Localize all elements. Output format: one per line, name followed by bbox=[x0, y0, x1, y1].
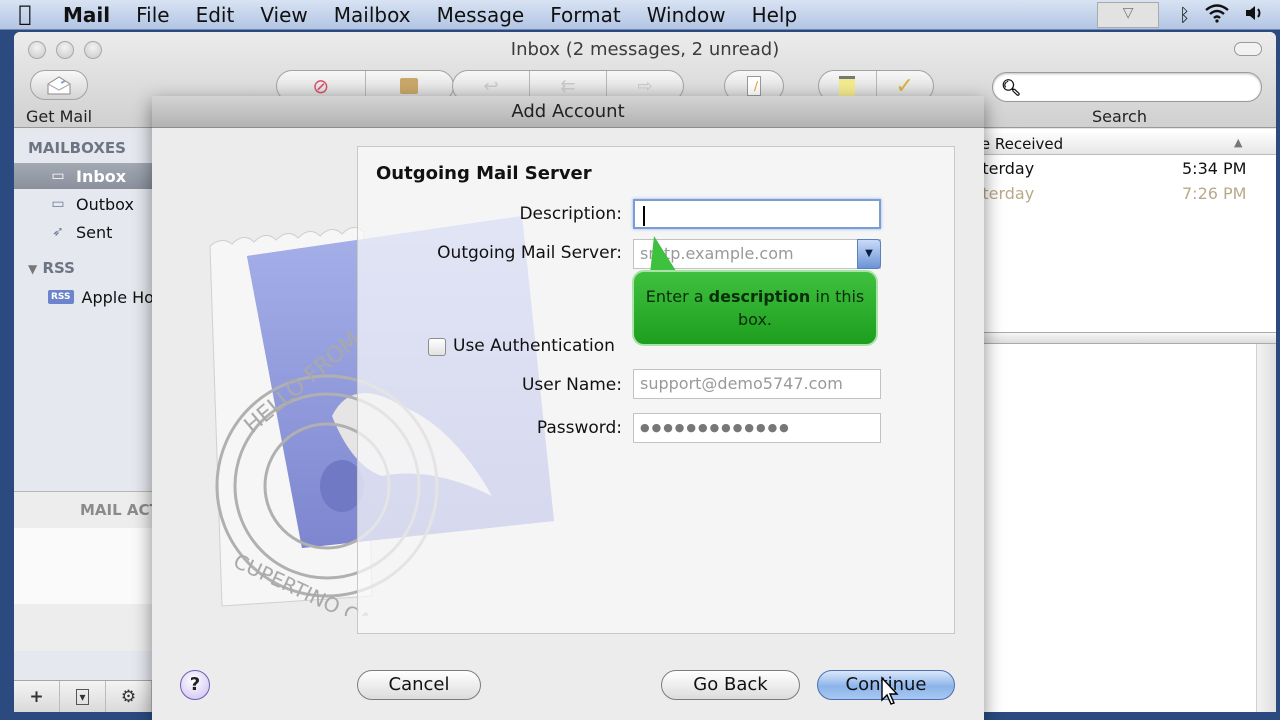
sidebar-item-sent[interactable]: ➶ Sent bbox=[14, 219, 164, 245]
username-label: User Name: bbox=[521, 375, 622, 395]
reply-icon: ↩ bbox=[483, 75, 499, 97]
activity-toggle-icon: ▾ bbox=[76, 688, 89, 705]
inbox-icon: ▭ bbox=[51, 168, 65, 184]
bluetooth-icon[interactable]: ᛒ bbox=[1179, 5, 1190, 26]
status-menus: ▽ ᛒ bbox=[1097, 0, 1280, 30]
text-caret bbox=[643, 205, 645, 226]
message-time: 5:34 PM bbox=[1182, 159, 1247, 178]
sidebar-item-label: Outbox bbox=[76, 194, 134, 214]
use-authentication-checkbox[interactable] bbox=[428, 338, 446, 356]
delete-icon: ⊘ bbox=[312, 74, 330, 98]
search-icon: 🔍︎ bbox=[1001, 77, 1022, 97]
sidebar-item-outbox[interactable]: ▭ Outbox bbox=[14, 191, 164, 217]
sidebar-item-label: Inbox bbox=[76, 166, 127, 186]
password-field[interactable]: ●●●●●●●●●●●●● bbox=[633, 413, 881, 443]
menu-format[interactable]: Format bbox=[537, 3, 633, 27]
note-icon bbox=[839, 76, 856, 96]
cancel-button[interactable]: Cancel bbox=[357, 670, 481, 700]
description-field[interactable] bbox=[633, 199, 881, 229]
show-activity-button[interactable]: ▾ bbox=[60, 681, 106, 712]
rss-header-label: RSS bbox=[42, 259, 75, 277]
apple-icon[interactable]:  bbox=[0, 2, 50, 27]
go-back-button[interactable]: Go Back bbox=[661, 670, 800, 700]
window-title: Inbox (2 messages, 2 unread) bbox=[510, 39, 780, 60]
toolbar-toggle-button[interactable] bbox=[1234, 42, 1262, 56]
password-label: Password: bbox=[536, 418, 622, 438]
sidebar-item-label: Sent bbox=[76, 222, 113, 242]
todo-icon: ✓ bbox=[895, 73, 914, 99]
chevron-down-icon[interactable]: ▼ bbox=[857, 239, 881, 269]
menu-window[interactable]: Window bbox=[634, 3, 739, 27]
volume-icon[interactable] bbox=[1244, 3, 1266, 27]
get-mail-label: Get Mail bbox=[26, 107, 93, 126]
gear-icon: ⚙ bbox=[120, 686, 137, 707]
outgoing-server-panel: Outgoing Mail Server Description: Outgoi… bbox=[357, 146, 955, 634]
sidebar-item-label: Apple Hot bbox=[81, 287, 161, 307]
mail-activity-title: MAIL ACT bbox=[80, 501, 160, 519]
menu-view[interactable]: View bbox=[247, 3, 320, 27]
column-date-received[interactable]: te Received bbox=[975, 135, 1063, 153]
tooltip-text-bold: description bbox=[708, 287, 811, 306]
new-message-icon: / bbox=[747, 76, 761, 96]
menu-file[interactable]: File bbox=[123, 3, 182, 27]
menu-bar:  Mail File Edit View Mailbox Message Fo… bbox=[0, 0, 1280, 30]
reply-all-icon: ⇇ bbox=[560, 75, 576, 97]
menu-help[interactable]: Help bbox=[739, 3, 811, 27]
mail-activity-body bbox=[14, 528, 164, 604]
help-button[interactable]: ? bbox=[180, 670, 210, 700]
use-authentication-label[interactable]: Use Authentication bbox=[453, 336, 615, 356]
sheet-title: Add Account bbox=[152, 96, 984, 128]
tooltip-pointer bbox=[650, 236, 678, 274]
outbox-icon: ▭ bbox=[51, 196, 65, 212]
wifi-icon[interactable] bbox=[1204, 3, 1230, 28]
junk-icon bbox=[400, 78, 419, 94]
username-value: support@demo5747.com bbox=[640, 374, 843, 393]
mail-activity-pane: MAIL ACT bbox=[14, 491, 164, 651]
menu-mailbox[interactable]: Mailbox bbox=[321, 3, 424, 27]
envelope-icon bbox=[47, 76, 71, 95]
mouse-pointer-icon bbox=[881, 676, 899, 705]
get-mail-button[interactable] bbox=[30, 70, 88, 100]
tooltip-text-prefix: Enter a bbox=[645, 287, 709, 306]
search-input[interactable]: 🔍︎ bbox=[992, 72, 1262, 102]
mailboxes-header: MAILBOXES bbox=[28, 139, 126, 157]
add-account-sheet: Add Account HELLO FROM CUPERTINO CA Outg… bbox=[152, 96, 984, 720]
section-title: Outgoing Mail Server bbox=[376, 163, 592, 184]
menu-message[interactable]: Message bbox=[424, 3, 538, 27]
password-value: ●●●●●●●●●●●●● bbox=[640, 421, 791, 434]
outgoing-server-label: Outgoing Mail Server: bbox=[437, 243, 622, 263]
forward-icon: ⇨ bbox=[637, 75, 653, 97]
preview-scrollbar[interactable] bbox=[1256, 344, 1276, 712]
search-label: Search bbox=[1092, 107, 1147, 126]
menu-mail[interactable]: Mail bbox=[50, 3, 123, 27]
description-label: Description: bbox=[519, 204, 622, 224]
help-tooltip: Enter a description in this box. bbox=[632, 270, 878, 346]
plus-icon: + bbox=[29, 686, 44, 707]
sidebar-item-inbox[interactable]: ▭ Inbox bbox=[14, 163, 164, 189]
sidebar-item-apple-hot-news[interactable]: RSS Apple Hot bbox=[14, 284, 164, 310]
message-time: 7:26 PM bbox=[1182, 184, 1247, 203]
sort-ascending-icon[interactable]: ▲ bbox=[1234, 136, 1242, 149]
sidebar-action-bar: + ▾ ⚙ bbox=[14, 680, 164, 712]
disclosure-triangle-icon[interactable]: ▼ bbox=[28, 262, 37, 276]
sent-icon: ➶ bbox=[52, 224, 64, 240]
add-mailbox-button[interactable]: + bbox=[14, 681, 60, 712]
username-field[interactable]: support@demo5747.com bbox=[633, 369, 881, 399]
rss-section-header[interactable]: ▼ RSS bbox=[28, 259, 75, 277]
action-menu-button[interactable]: ⚙ bbox=[106, 681, 152, 712]
mailbox-sidebar: MAILBOXES ▭ Inbox ▭ Outbox ➶ Sent ▼ RSS … bbox=[14, 129, 164, 712]
rss-icon: RSS bbox=[48, 290, 74, 304]
menu-edit[interactable]: Edit bbox=[183, 3, 248, 27]
display-extra-icon[interactable]: ▽ bbox=[1097, 2, 1160, 28]
